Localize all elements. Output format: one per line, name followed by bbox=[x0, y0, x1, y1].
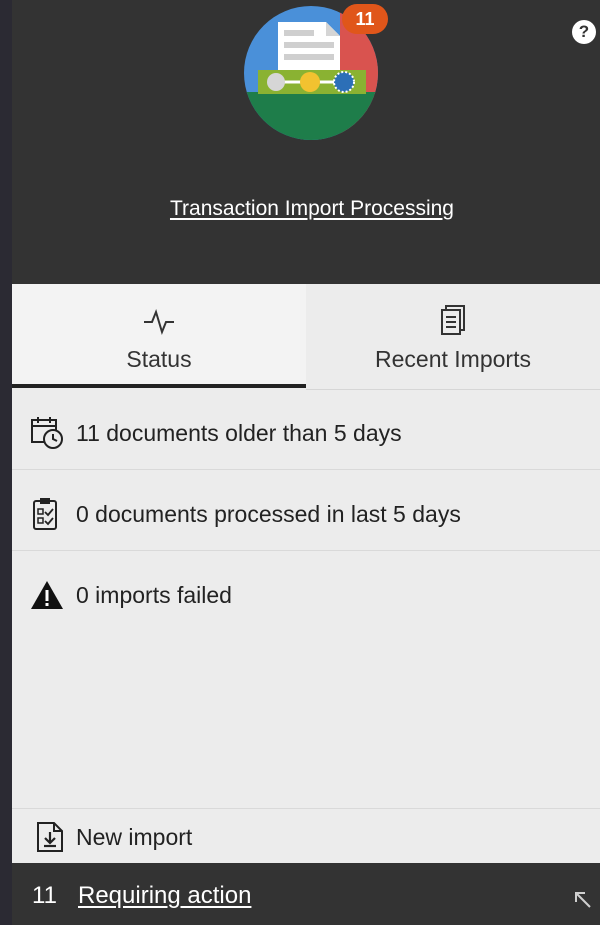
status-item-label: 0 imports failed bbox=[76, 582, 232, 608]
new-import-label: New import bbox=[76, 824, 193, 850]
tab-status[interactable]: Status bbox=[12, 284, 306, 388]
tab-recent-imports[interactable]: Recent Imports bbox=[306, 284, 600, 390]
tab-bar: Status Recent Imports bbox=[12, 284, 600, 390]
status-item-failed-imports[interactable]: 0 imports failed bbox=[12, 552, 600, 632]
tile-title[interactable]: Transaction Import Processing bbox=[12, 197, 600, 221]
calendar-clock-icon bbox=[31, 417, 63, 449]
new-import-button[interactable]: New import bbox=[12, 808, 600, 863]
notification-badge: 11 bbox=[342, 4, 388, 34]
document-icon bbox=[441, 305, 465, 335]
clipboard-check-icon bbox=[33, 498, 57, 530]
activity-icon bbox=[144, 308, 174, 336]
tile-header: ? 11 Transaction Import Processing bbox=[12, 0, 600, 284]
tab-status-label: Status bbox=[126, 346, 192, 372]
warning-icon bbox=[31, 581, 63, 609]
status-item-older-documents[interactable]: 11 documents older than 5 days bbox=[12, 390, 600, 470]
tab-recent-imports-label: Recent Imports bbox=[375, 346, 531, 372]
status-item-label: 11 documents older than 5 days bbox=[76, 420, 402, 446]
status-list: 11 documents older than 5 days 0 documen… bbox=[12, 390, 600, 808]
status-item-label: 0 documents processed in last 5 days bbox=[76, 501, 461, 527]
requiring-action-count: 11 bbox=[32, 882, 57, 909]
download-document-icon bbox=[37, 822, 63, 852]
requiring-action-link[interactable]: Requiring action bbox=[78, 882, 251, 910]
tile-card: ? 11 Transaction Import Processing Statu… bbox=[12, 0, 600, 925]
expand-icon[interactable] bbox=[572, 889, 592, 909]
help-icon[interactable]: ? bbox=[572, 20, 596, 44]
status-item-processed-documents[interactable]: 0 documents processed in last 5 days bbox=[12, 471, 600, 551]
tile-footer: 11 Requiring action bbox=[12, 863, 600, 925]
